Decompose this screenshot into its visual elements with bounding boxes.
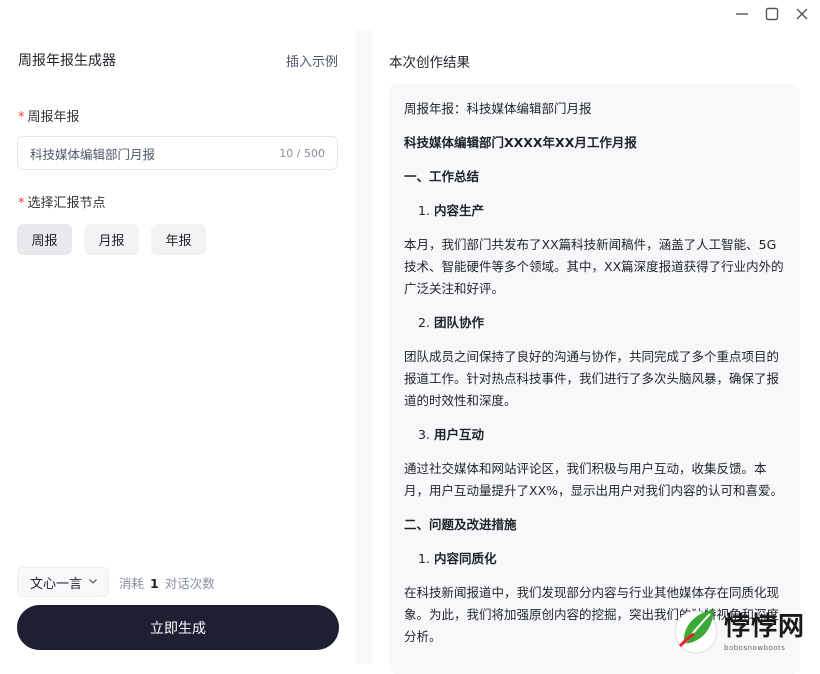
subsection-number: 2. bbox=[418, 315, 430, 330]
char-counter: 10 / 500 bbox=[279, 146, 325, 160]
subsection-number: 3. bbox=[418, 427, 430, 442]
model-select-value: 文心一言 bbox=[30, 576, 83, 592]
window-controls bbox=[734, 4, 810, 24]
result-subject-line: 周报年报：科技媒体编辑部门月报 bbox=[404, 101, 592, 116]
section-heading: 二、问题及改进措施 bbox=[404, 517, 517, 532]
cost-suffix: 对话次数 bbox=[164, 575, 215, 591]
paragraph: 通过社交媒体和网站评论区，我们积极与用户互动，收集反馈。本月，用户互动量提升了X… bbox=[404, 461, 784, 498]
result-doc-title: 科技媒体编辑部门XXXX年XX月工作月报 bbox=[404, 135, 637, 150]
node-field-label: * 选择汇报节点 bbox=[18, 192, 106, 211]
report-title-input[interactable]: 科技媒体编辑部门月报 10 / 500 bbox=[17, 136, 338, 170]
close-icon[interactable] bbox=[794, 6, 810, 22]
paragraph: 团队成员之间保持了良好的沟通与协作，共同完成了多个重点项目的报道工作。针对热点科… bbox=[404, 349, 780, 408]
subsection-heading: 1. 内容同质化 bbox=[404, 548, 786, 570]
maximize-icon[interactable] bbox=[764, 6, 780, 22]
watermark-logo: 悖悖网 bobosnowboots bbox=[672, 600, 814, 660]
subsection-heading: 1. 内容生产 bbox=[404, 200, 786, 222]
subsection-title: 团队协作 bbox=[433, 315, 484, 330]
node-option-yearly[interactable]: 年报 bbox=[151, 224, 206, 255]
app-title: 周报年报生成器 bbox=[18, 53, 116, 69]
node-option-monthly[interactable]: 月报 bbox=[84, 224, 139, 255]
subsection-title: 用户互动 bbox=[433, 427, 484, 442]
cost-info: 消耗 1 对话次数 bbox=[119, 573, 215, 592]
cost-prefix: 消耗 bbox=[119, 575, 145, 591]
model-select[interactable]: 文心一言 bbox=[17, 567, 110, 597]
generator-panel: 周报年报生成器 插入示例 * 周报年报 科技媒体编辑部门月报 10 / 500 *… bbox=[0, 0, 356, 664]
required-mark: * bbox=[18, 196, 25, 211]
insert-example-link[interactable]: 插入示例 bbox=[286, 51, 338, 70]
minimize-icon[interactable] bbox=[734, 6, 750, 22]
subsection-heading: 2. 团队协作 bbox=[404, 312, 786, 334]
leaf-logo-icon bbox=[674, 610, 718, 654]
watermark-subtext: bobosnowboots bbox=[724, 644, 786, 652]
report-input-value: 科技媒体编辑部门月报 bbox=[30, 146, 156, 162]
report-field-label: * 周报年报 bbox=[18, 106, 80, 125]
watermark-text: 悖悖网 bbox=[724, 612, 806, 642]
node-label-text: 选择汇报节点 bbox=[27, 196, 106, 211]
subsection-number: 1. bbox=[418, 551, 430, 566]
panel-divider bbox=[356, 30, 372, 664]
report-node-selector: 周报 月报 年报 bbox=[17, 224, 206, 255]
node-option-weekly[interactable]: 周报 bbox=[17, 224, 72, 255]
subsection-title: 内容生产 bbox=[433, 203, 484, 218]
report-label-text: 周报年报 bbox=[27, 110, 80, 125]
chevron-down-icon bbox=[88, 575, 98, 590]
generate-button[interactable]: 立即生成 bbox=[17, 605, 339, 650]
subsection-title: 内容同质化 bbox=[433, 551, 497, 566]
model-row: 文心一言 消耗 1 对话次数 bbox=[17, 567, 215, 597]
subsection-heading: 3. 用户互动 bbox=[404, 424, 786, 446]
section-heading: 一、工作总结 bbox=[404, 169, 480, 184]
cost-number: 1 bbox=[150, 575, 159, 591]
result-title: 本次创作结果 bbox=[389, 55, 470, 71]
panel-header: 周报年报生成器 插入示例 bbox=[18, 50, 338, 70]
paragraph: 本月，我们部门共发布了XX篇科技新闻稿件，涵盖了人工智能、5G技术、智能硬件等多… bbox=[404, 237, 784, 296]
result-content[interactable]: 周报年报：科技媒体编辑部门月报 科技媒体编辑部门XXXX年XX月工作月报 一、工… bbox=[389, 84, 800, 674]
required-mark: * bbox=[18, 110, 25, 125]
subsection-number: 1. bbox=[418, 203, 430, 218]
